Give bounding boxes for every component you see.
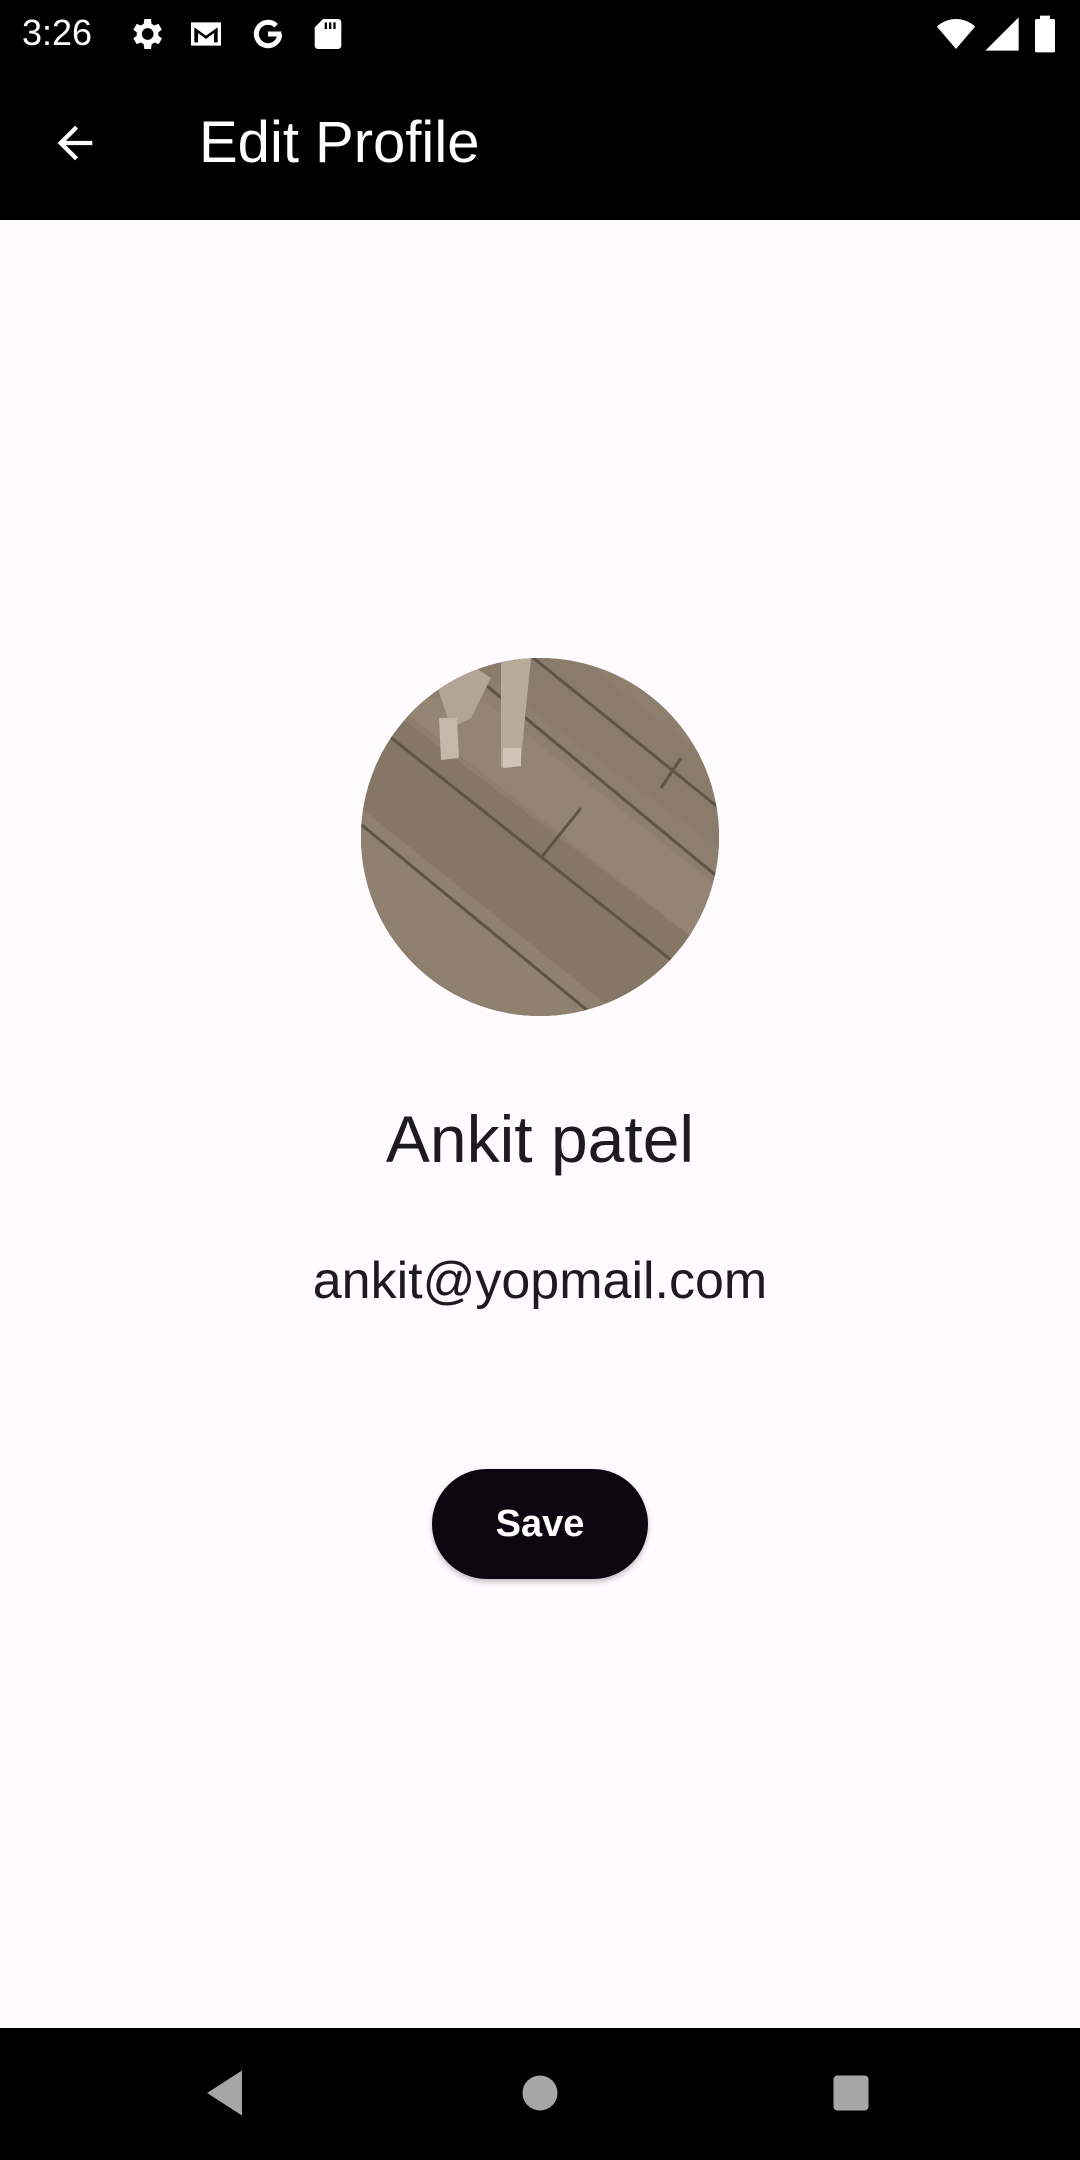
- screen: 3:26 Edit Profile Ankit patel ankit@yopm…: [0, 0, 1080, 2160]
- sd-card-icon: [308, 14, 348, 54]
- app-bar: Edit Profile: [0, 66, 1080, 220]
- navigation-bar: [0, 2028, 1080, 2160]
- battery-icon: [1030, 14, 1060, 54]
- status-bar: 3:26: [0, 0, 1080, 66]
- nav-home-button[interactable]: [505, 2058, 575, 2128]
- profile-email: ankit@yopmail.com: [312, 1252, 768, 1310]
- status-time: 3:26: [22, 12, 93, 53]
- page-title: Edit Profile: [199, 110, 480, 175]
- recents-square-icon: [833, 2075, 869, 2111]
- profile-content: Ankit patel ankit@yopmail.com Save: [0, 220, 1080, 2028]
- profile-name: Ankit patel: [385, 1102, 695, 1176]
- cell-signal-icon: [982, 14, 1022, 54]
- home-circle-icon: [522, 2075, 558, 2111]
- gmail-icon: [186, 14, 226, 54]
- save-button[interactable]: Save: [432, 1469, 648, 1579]
- profile-photo: [361, 658, 719, 1016]
- settings-icon: [126, 14, 166, 54]
- back-button[interactable]: [40, 108, 110, 178]
- nav-back-button[interactable]: [192, 2058, 262, 2128]
- nav-recents-button[interactable]: [816, 2058, 886, 2128]
- avatar[interactable]: [361, 658, 719, 1016]
- arrow-back-icon: [57, 125, 93, 161]
- wifi-icon: [936, 14, 976, 54]
- google-icon: [248, 14, 288, 54]
- back-triangle-icon: [207, 2070, 242, 2116]
